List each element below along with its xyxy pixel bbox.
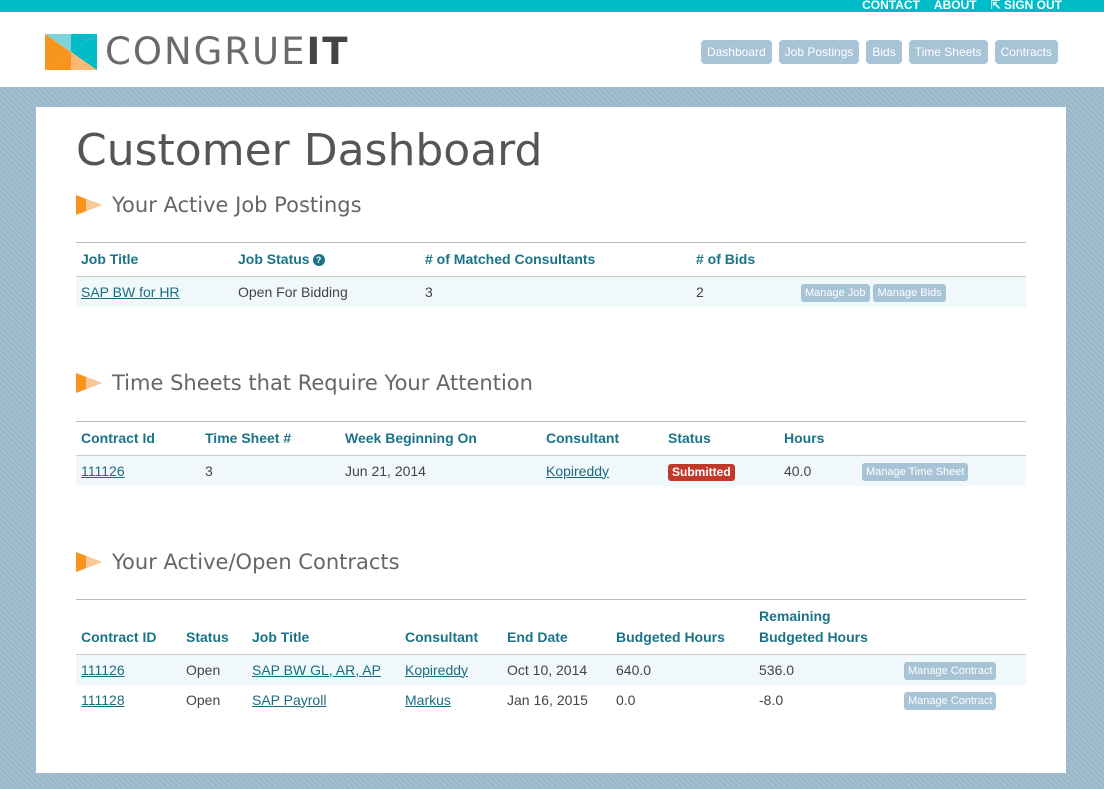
consultant-link[interactable]: Kopireddy: [546, 463, 609, 479]
nav-contracts[interactable]: Contracts: [994, 40, 1058, 64]
remaining-hours: 536.0: [754, 654, 899, 685]
consultant-link[interactable]: Kopireddy: [405, 662, 468, 678]
end-date: Jan 16, 2015: [502, 685, 611, 715]
col-status: Status: [663, 421, 779, 456]
col-job-title: Job Title: [76, 242, 233, 277]
nav-job-postings[interactable]: Job Postings: [778, 40, 860, 64]
col-actions: [796, 242, 1026, 277]
manage-time-sheet-button[interactable]: Manage Time Sheet: [862, 463, 969, 481]
help-icon[interactable]: ?: [312, 254, 325, 266]
job-title-link[interactable]: SAP Payroll: [252, 692, 326, 708]
week-beginning: Jun 21, 2014: [340, 455, 541, 486]
contracts-section-heading: Your Active/Open Contracts: [76, 550, 400, 574]
consultant-link[interactable]: Markus: [405, 692, 451, 708]
matched-count: 3: [420, 276, 691, 307]
manage-job-button[interactable]: Manage Job: [801, 284, 870, 302]
col-end-date: End Date: [502, 599, 611, 655]
col-matched: # of Matched Consultants: [420, 242, 691, 277]
hours-value: 40.0: [779, 455, 857, 486]
contract-id-link[interactable]: 111128: [81, 692, 125, 708]
bid-count: 2: [691, 276, 796, 307]
logo-text: CONGRUEIT: [105, 33, 350, 70]
nav-dashboard[interactable]: Dashboard: [700, 40, 772, 64]
main-nav: Dashboard Job Postings Bids Time Sheets …: [700, 40, 1058, 64]
end-date: Oct 10, 2014: [502, 654, 611, 685]
budgeted-hours: 0.0: [611, 685, 754, 715]
contract-id-link[interactable]: 111126: [81, 463, 125, 479]
col-actions: [857, 421, 1026, 456]
timesheets-section-heading: Time Sheets that Require Your Attention: [76, 371, 533, 395]
table-row: 111126 3 Jun 21, 2014 Kopireddy Submitte…: [76, 455, 1026, 486]
status-badge: Submitted: [668, 463, 735, 481]
jobs-table: Job Title Job Status? # of Matched Consu…: [76, 242, 1026, 307]
contracts-table: Contract ID Status Job Title Consultant …: [76, 599, 1026, 715]
col-job-title: Job Title: [247, 599, 400, 655]
col-contract-id: Contract ID: [76, 599, 181, 655]
col-actions: [899, 599, 1026, 655]
timesheets-heading-text: Time Sheets that Require Your Attention: [112, 371, 533, 395]
section-arrow-icon: [76, 373, 102, 393]
col-status: Status: [181, 599, 247, 655]
time-sheet-number: 3: [200, 455, 340, 486]
col-contract-id: Contract Id: [76, 421, 200, 456]
contracts-heading-text: Your Active/Open Contracts: [112, 550, 400, 574]
contract-status: Open: [181, 685, 247, 715]
manage-contract-button[interactable]: Manage Contract: [904, 692, 997, 710]
remaining-hours: -8.0: [754, 685, 899, 715]
table-row: SAP BW for HR Open For Bidding 3 2 Manag…: [76, 276, 1026, 307]
logo-text-a: CONGRUE: [105, 30, 307, 73]
col-time-sheet-number: Time Sheet #: [200, 421, 340, 456]
col-job-status: Job Status?: [233, 242, 420, 277]
col-budgeted-hours: Budgeted Hours: [611, 599, 754, 655]
col-consultant: Consultant: [541, 421, 663, 456]
jobs-section-heading: Your Active Job Postings: [76, 193, 362, 217]
top-links: CONTACT ABOUT ⇱ SIGN OUT: [862, 0, 1062, 12]
col-hours: Hours: [779, 421, 857, 456]
job-title-link[interactable]: SAP BW GL, AR, AP: [252, 662, 381, 678]
col-bids: # of Bids: [691, 242, 796, 277]
table-row: 111126 Open SAP BW GL, AR, AP Kopireddy …: [76, 654, 1026, 685]
col-remaining-line1: Remaining: [759, 608, 831, 624]
col-consultant: Consultant: [400, 599, 502, 655]
manage-bids-button[interactable]: Manage Bids: [873, 284, 946, 302]
page-title: Customer Dashboard: [76, 125, 543, 176]
about-link[interactable]: ABOUT: [934, 0, 977, 12]
contract-id-link[interactable]: 111126: [81, 662, 125, 678]
logo-mark-icon: [45, 34, 97, 70]
site-header: CONGRUEIT Dashboard Job Postings Bids Ti…: [0, 12, 1104, 87]
table-row: 111128 Open SAP Payroll Markus Jan 16, 2…: [76, 685, 1026, 715]
section-arrow-icon: [76, 195, 102, 215]
col-job-status-label: Job Status: [238, 251, 310, 267]
sign-out-icon: ⇱: [990, 0, 1004, 12]
sign-out-link[interactable]: ⇱ SIGN OUT: [991, 0, 1062, 12]
budgeted-hours: 640.0: [611, 654, 754, 685]
main-panel: Customer Dashboard Your Active Job Posti…: [36, 107, 1066, 773]
sign-out-label: SIGN OUT: [1003, 0, 1062, 12]
nav-time-sheets[interactable]: Time Sheets: [908, 40, 988, 64]
section-arrow-icon: [76, 552, 102, 572]
jobs-heading-text: Your Active Job Postings: [112, 193, 362, 217]
nav-bids[interactable]: Bids: [866, 40, 902, 64]
col-week-beginning: Week Beginning On: [340, 421, 541, 456]
manage-contract-button[interactable]: Manage Contract: [904, 662, 997, 680]
col-remaining-line2: Budgeted Hours: [759, 629, 868, 645]
col-remaining-hours: Remaining Budgeted Hours: [754, 599, 899, 655]
job-title-link[interactable]: SAP BW for HR: [81, 284, 180, 300]
logo-text-b: IT: [306, 30, 350, 73]
timesheets-table: Contract Id Time Sheet # Week Beginning …: [76, 421, 1026, 486]
job-status: Open For Bidding: [233, 276, 420, 307]
contract-status: Open: [181, 654, 247, 685]
contact-link[interactable]: CONTACT: [862, 0, 920, 12]
logo[interactable]: CONGRUEIT: [45, 33, 350, 70]
